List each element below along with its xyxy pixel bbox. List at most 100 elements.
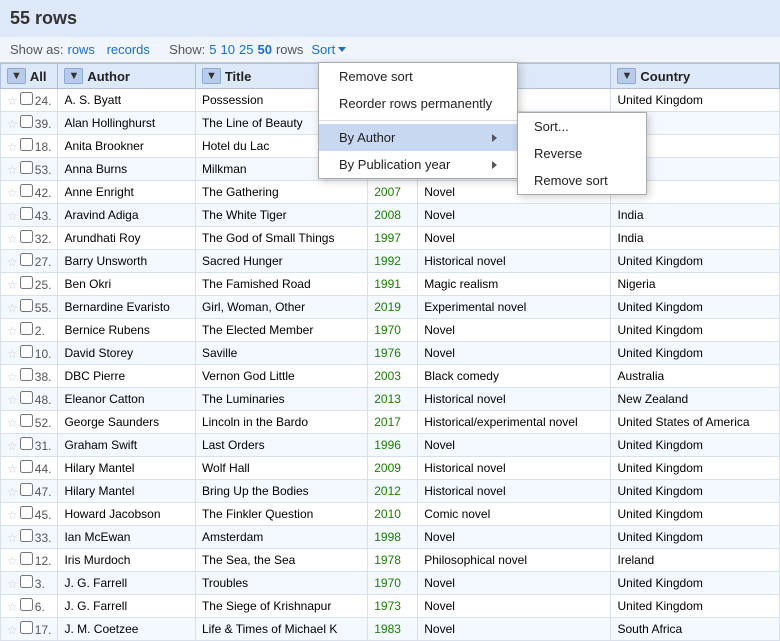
row-checkbox[interactable] [20,529,33,542]
country-filter-btn[interactable]: ▼ [617,68,636,84]
row-checkbox[interactable] [20,483,33,496]
year-link[interactable]: 1997 [374,231,401,245]
year-link[interactable]: 1970 [374,323,401,337]
star-icon[interactable]: ☆ [7,393,18,407]
star-icon[interactable]: ☆ [7,416,18,430]
year-link[interactable]: 1992 [374,254,401,268]
row-checkbox[interactable] [20,391,33,404]
row-checkbox[interactable] [20,115,33,128]
star-icon[interactable]: ☆ [7,623,18,637]
remove-sort-item[interactable]: Remove sort [319,63,517,90]
star-icon[interactable]: ☆ [7,301,18,315]
sort-button[interactable]: Sort [311,42,346,57]
star-icon[interactable]: ☆ [7,324,18,338]
star-icon[interactable]: ☆ [7,531,18,545]
year-link[interactable]: 2008 [374,208,401,222]
row-checkbox[interactable] [20,276,33,289]
star-icon[interactable]: ☆ [7,140,18,154]
year-link[interactable]: 2009 [374,461,401,475]
row-checkbox[interactable] [20,230,33,243]
cell-genre: Novel [418,319,611,342]
year-link[interactable]: 1996 [374,438,401,452]
year-link[interactable]: 2017 [374,415,401,429]
star-icon[interactable]: ☆ [7,117,18,131]
by-author-item[interactable]: By Author [319,124,517,151]
row-checkbox[interactable] [20,322,33,335]
star-icon[interactable]: ☆ [7,186,18,200]
year-link[interactable]: 1978 [374,553,401,567]
row-checkbox[interactable] [20,253,33,266]
row-checkbox[interactable] [20,414,33,427]
year-link[interactable]: 2013 [374,392,401,406]
year-link[interactable]: 1991 [374,277,401,291]
star-icon[interactable]: ☆ [7,347,18,361]
star-icon[interactable]: ☆ [7,255,18,269]
star-icon[interactable]: ☆ [7,508,18,522]
submenu-sort-item[interactable]: Sort... [518,113,646,140]
row-checkbox[interactable] [20,621,33,634]
by-pub-year-item[interactable]: By Publication year [319,151,517,178]
col-country: ▼ Country [611,64,780,89]
sort-arrow-icon [338,47,346,52]
page-container: 55 rows Show as: rows records Show: 5 10… [0,0,780,641]
reorder-rows-item[interactable]: Reorder rows permanently [319,90,517,117]
year-link[interactable]: 2003 [374,369,401,383]
star-icon[interactable]: ☆ [7,163,18,177]
row-checkbox[interactable] [20,184,33,197]
sort-label: Sort [311,42,335,57]
row-checkbox[interactable] [20,345,33,358]
cell-title: Girl, Woman, Other [195,296,367,319]
star-icon[interactable]: ☆ [7,600,18,614]
star-icon[interactable]: ☆ [7,370,18,384]
cell-author: Anna Burns [58,158,195,181]
year-link[interactable]: 2019 [374,300,401,314]
per-page-25[interactable]: 25 [239,42,253,57]
row-checkbox[interactable] [20,138,33,151]
row-checkbox[interactable] [20,299,33,312]
year-link[interactable]: 1973 [374,599,401,613]
year-link[interactable]: 2012 [374,484,401,498]
year-link[interactable]: 2010 [374,507,401,521]
row-checkbox[interactable] [20,368,33,381]
table-row: ☆44.Hilary MantelWolf Hall2009Historical… [1,457,780,480]
star-icon[interactable]: ☆ [7,577,18,591]
table-row: ☆55.Bernardine EvaristoGirl, Woman, Othe… [1,296,780,319]
author-filter-btn[interactable]: ▼ [64,68,83,84]
all-filter-btn[interactable]: ▼ [7,68,26,84]
star-icon[interactable]: ☆ [7,485,18,499]
per-page-5[interactable]: 5 [209,42,216,57]
per-page-50[interactable]: 50 [257,42,271,57]
cell-title: Bring Up the Bodies [195,480,367,503]
row-checkbox[interactable] [20,598,33,611]
row-checkbox[interactable] [20,460,33,473]
row-checkbox[interactable] [20,161,33,174]
cell-year: 1976 [368,342,418,365]
star-icon[interactable]: ☆ [7,232,18,246]
title-filter-btn[interactable]: ▼ [202,68,221,84]
star-icon[interactable]: ☆ [7,278,18,292]
submenu-remove-sort-item[interactable]: Remove sort [518,167,646,194]
year-link[interactable]: 1998 [374,530,401,544]
cell-id: ☆43. [1,204,58,227]
star-icon[interactable]: ☆ [7,209,18,223]
year-link[interactable]: 2007 [374,185,401,199]
year-link[interactable]: 1983 [374,622,401,636]
cell-year: 2013 [368,388,418,411]
row-checkbox[interactable] [20,437,33,450]
row-checkbox[interactable] [20,207,33,220]
col-all-label: All [30,69,47,84]
submenu-reverse-item[interactable]: Reverse [518,140,646,167]
rows-view-link[interactable]: rows [67,42,94,57]
row-checkbox[interactable] [20,92,33,105]
row-checkbox[interactable] [20,575,33,588]
star-icon[interactable]: ☆ [7,439,18,453]
star-icon[interactable]: ☆ [7,554,18,568]
row-checkbox[interactable] [20,506,33,519]
star-icon[interactable]: ☆ [7,94,18,108]
records-view-link[interactable]: records [107,42,150,57]
row-checkbox[interactable] [20,552,33,565]
year-link[interactable]: 1976 [374,346,401,360]
year-link[interactable]: 1970 [374,576,401,590]
per-page-10[interactable]: 10 [221,42,235,57]
star-icon[interactable]: ☆ [7,462,18,476]
